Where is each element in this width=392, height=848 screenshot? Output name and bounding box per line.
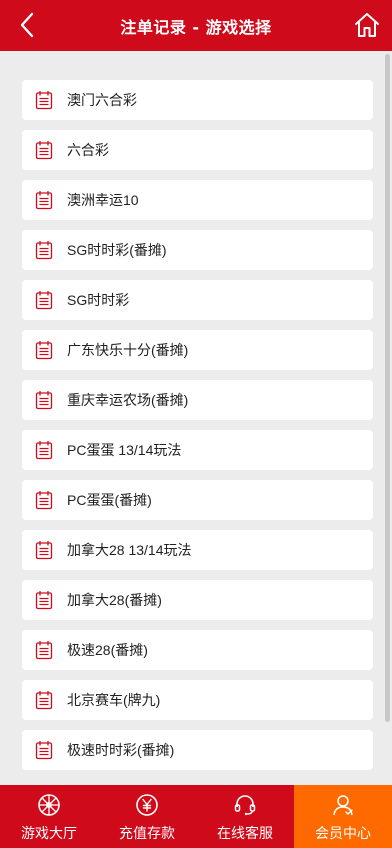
wheel-icon [36,792,62,818]
document-list-icon [34,590,54,610]
game-list: 澳门六合彩六合彩澳洲幸运10 SG时时彩(番摊) SG时时彩广东快乐十分(番摊) 重庆… [0,80,392,770]
document-list-icon [34,240,54,260]
game-list-area: 澳门六合彩六合彩澳洲幸运10 SG时时彩(番摊) SG时时彩广东快乐十分(番摊) 重庆… [0,51,392,785]
chevron-left-icon [20,12,34,38]
tab-customer-service[interactable]: 在线客服 [196,785,294,848]
game-name: PC蛋蛋(番摊) [67,492,152,508]
game-name: 极速28(番摊) [67,642,148,658]
tab-deposit[interactable]: 充值存款 [98,785,196,848]
tab-member-center[interactable]: 会员中心 [294,785,392,848]
home-icon [355,13,379,37]
document-list-icon [34,540,54,560]
document-list-icon [34,90,54,110]
game-name: PC蛋蛋 13/14玩法 [67,442,182,458]
tab-label: 会员中心 [315,826,371,842]
game-list-item[interactable]: SG时时彩 [22,280,373,320]
game-list-item[interactable]: 加拿大28(番摊) [22,580,373,620]
document-list-icon [34,690,54,710]
game-name: 加拿大28(番摊) [67,592,162,608]
page-title: 注单记录 - 游戏选择 [120,17,272,37]
game-list-item[interactable]: 澳门六合彩 [22,80,373,120]
headset-icon [232,792,258,818]
document-list-icon [34,390,54,410]
tab-label: 游戏大厅 [21,826,77,842]
game-list-item[interactable]: 加拿大28 13/14玩法 [22,530,373,570]
game-name: SG时时彩 [67,292,130,308]
game-list-item[interactable]: 极速28(番摊) [22,630,373,670]
game-list-item[interactable]: 极速时时彩(番摊) [22,730,373,770]
game-list-item[interactable]: 广东快乐十分(番摊) [22,330,373,370]
scrollbar[interactable] [385,54,390,722]
home-button[interactable] [353,11,381,39]
game-name: 澳洲幸运10 [67,192,139,208]
game-name: SG时时彩(番摊) [67,242,167,258]
game-name: 澳门六合彩 [67,92,137,108]
game-name: 重庆幸运农场(番摊) [67,392,189,408]
game-name: 北京赛车(牌九) [67,692,161,708]
game-name: 六合彩 [67,142,109,158]
game-name: 极速时时彩(番摊) [67,742,175,758]
game-name: 加拿大28 13/14玩法 [67,542,192,558]
tab-label: 在线客服 [217,826,273,842]
document-list-icon [34,440,54,460]
user-icon [330,792,356,818]
document-list-icon [34,190,54,210]
game-name: 广东快乐十分(番摊) [67,342,189,358]
tab-label: 充值存款 [119,826,175,842]
document-list-icon [34,640,54,660]
game-list-item[interactable]: 北京赛车(牌九) [22,680,373,720]
game-list-item[interactable]: 重庆幸运农场(番摊) [22,380,373,420]
game-list-item[interactable]: 澳洲幸运10 [22,180,373,220]
document-list-icon [34,490,54,510]
back-button[interactable] [14,11,40,39]
tab-game-hall[interactable]: 游戏大厅 [0,785,98,848]
game-list-item[interactable]: 六合彩 [22,130,373,170]
document-list-icon [34,290,54,310]
bottom-tab-bar: 游戏大厅 充值存款 在线客服 会员中心 [0,785,392,848]
document-list-icon [34,740,54,760]
game-list-item[interactable]: PC蛋蛋 13/14玩法 [22,430,373,470]
yen-coin-icon [134,792,160,818]
top-bar: 注单记录 - 游戏选择 [0,0,392,51]
document-list-icon [34,340,54,360]
document-list-icon [34,140,54,160]
game-list-item[interactable]: SG时时彩(番摊) [22,230,373,270]
game-list-item[interactable]: PC蛋蛋(番摊) [22,480,373,520]
